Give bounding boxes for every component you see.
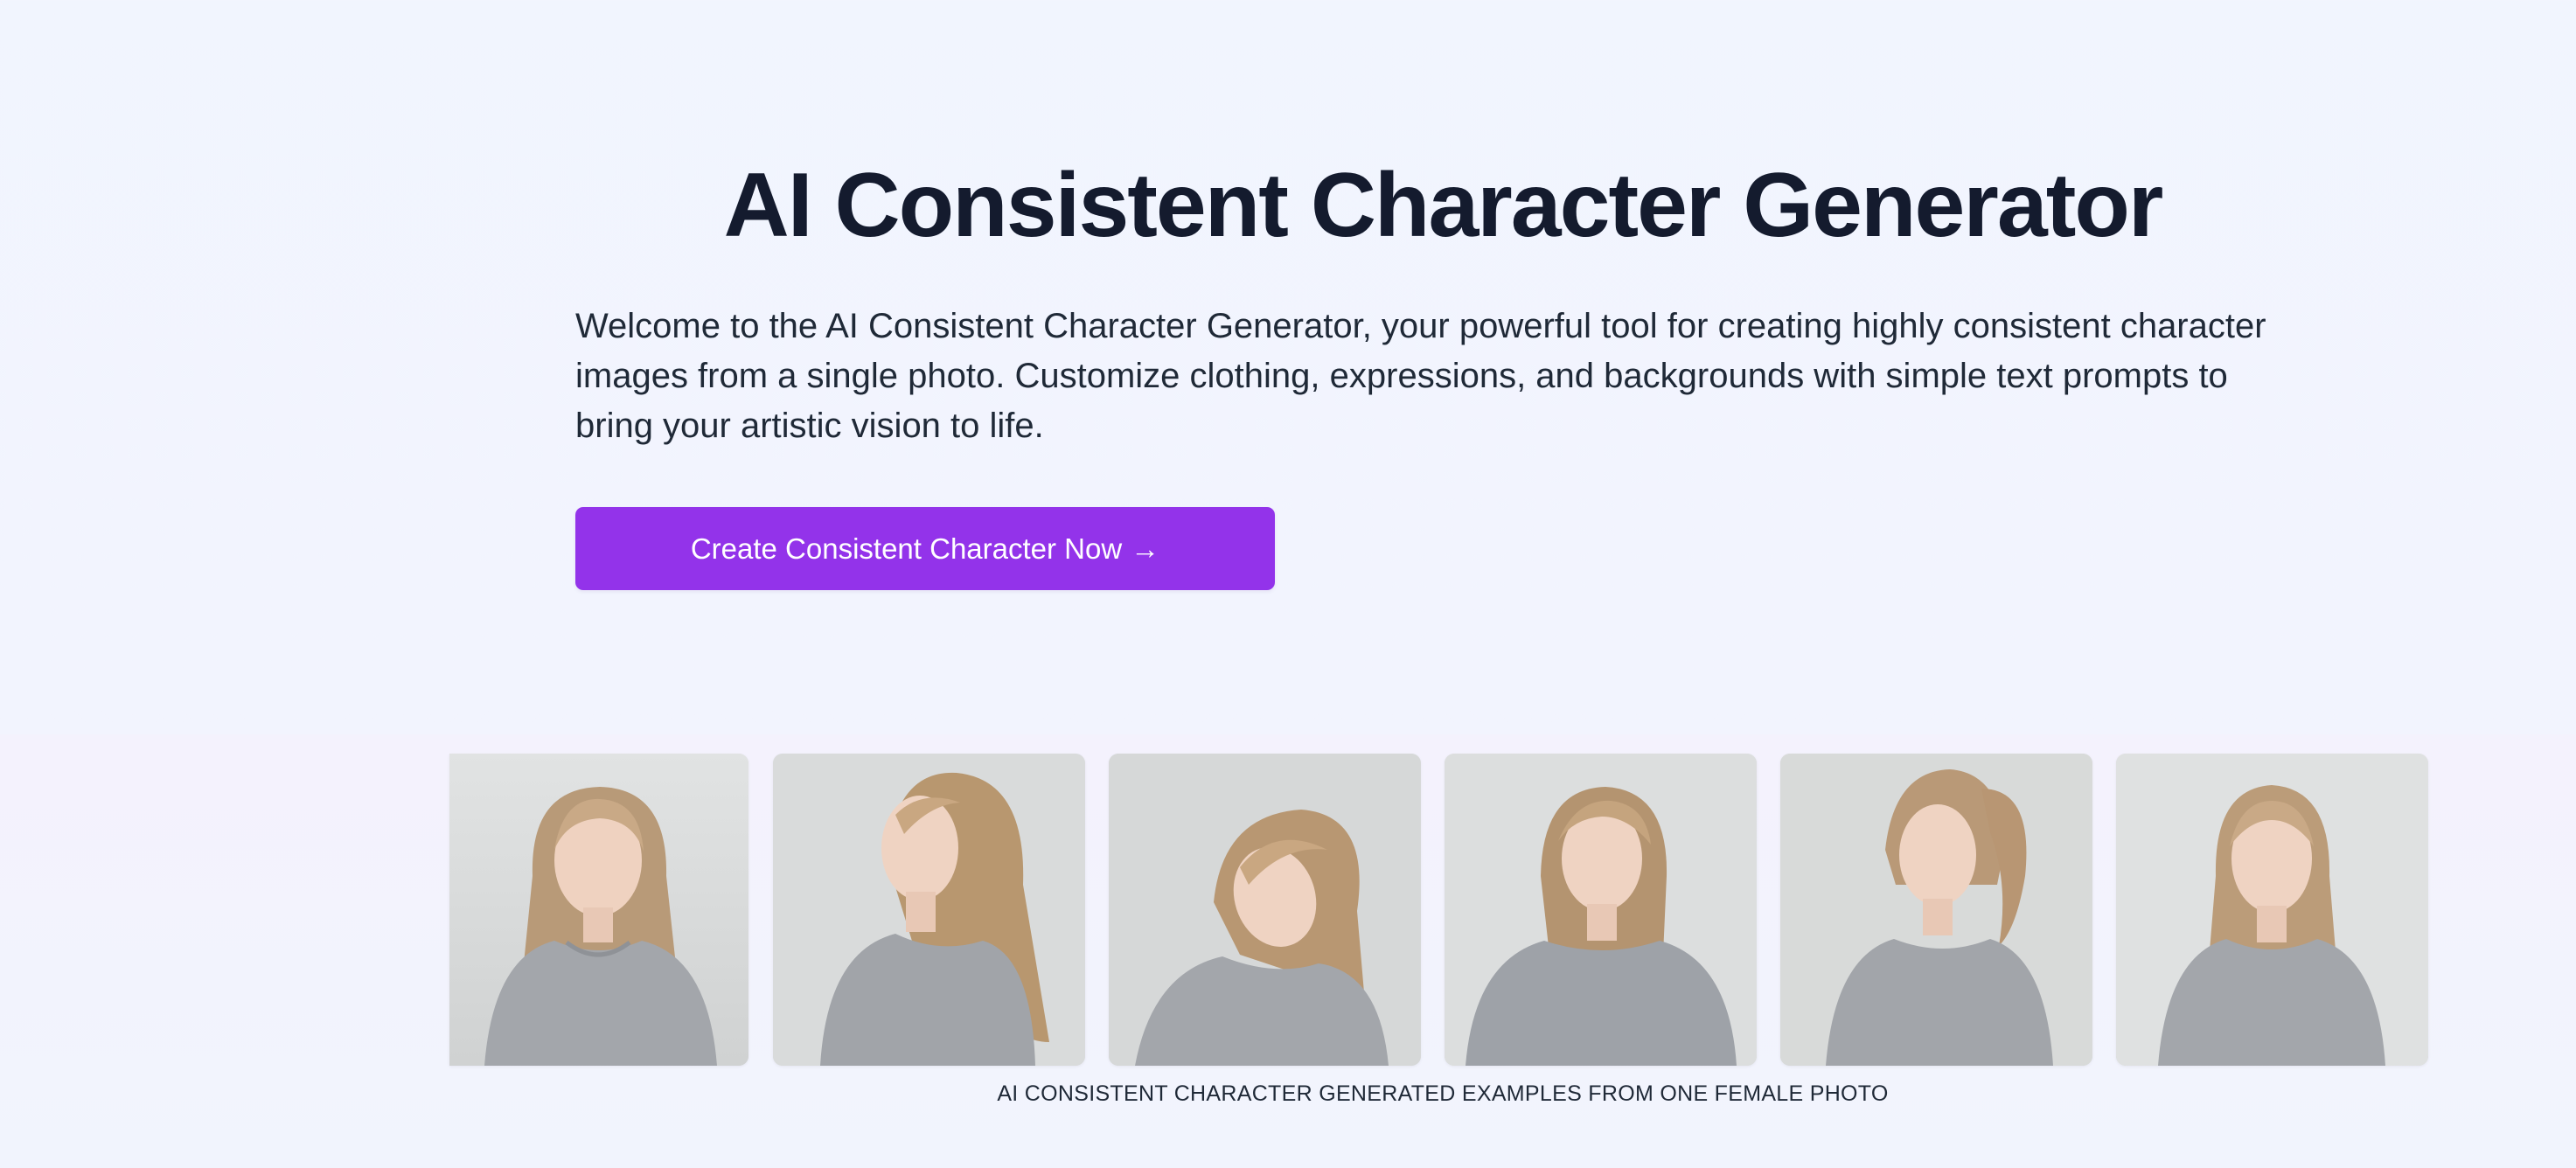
portrait-image	[449, 754, 748, 1066]
page-title: AI Consistent Character Generator	[723, 155, 2164, 256]
example-image-6[interactable]	[2116, 754, 2428, 1066]
example-gallery: AI CONSISTENT CHARACTER GENERATED EXAMPL…	[0, 734, 2576, 1168]
portrait-image	[2116, 754, 2428, 1066]
hero-section: AI Consistent Character Generator Welcom…	[0, 0, 2576, 734]
gallery-caption: AI CONSISTENT CHARACTER GENERATED EXAMPL…	[997, 1081, 1889, 1106]
portrait-image	[773, 754, 1085, 1066]
example-image-5[interactable]	[1780, 754, 2092, 1066]
hero-description: Welcome to the AI Consistent Character G…	[575, 307, 2266, 445]
portrait-image	[1445, 754, 1757, 1066]
example-image-2[interactable]	[773, 754, 1085, 1066]
example-image-3[interactable]	[1109, 754, 1421, 1066]
portrait-image	[1780, 754, 2092, 1066]
example-image-1[interactable]	[449, 754, 748, 1066]
example-image-4[interactable]	[1445, 754, 1757, 1066]
portrait-image	[1109, 754, 1421, 1066]
create-character-button[interactable]: Create Consistent Character Now →	[575, 507, 1275, 590]
arrow-right-icon: →	[1131, 532, 1160, 565]
create-character-button-label: Create Consistent Character Now	[690, 532, 1123, 565]
